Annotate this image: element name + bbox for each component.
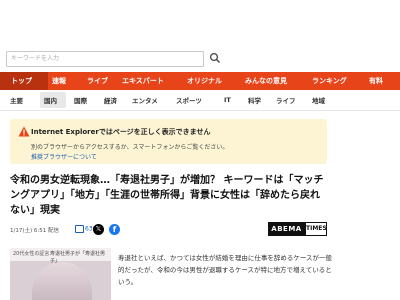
nav-top[interactable]: トップ xyxy=(0,72,48,90)
tab-life[interactable]: ライフ xyxy=(276,95,312,105)
site-header: キーワードを入力 xyxy=(0,0,400,72)
tab-economy[interactable]: 経済 xyxy=(104,95,132,105)
nav-breaking[interactable]: 速報 xyxy=(48,72,85,90)
nav-ranking[interactable]: ランキング xyxy=(306,72,365,90)
recommended-browsers-link[interactable]: 推奨ブラウザーについて xyxy=(31,152,97,161)
tab-domestic[interactable]: 国内 xyxy=(40,92,66,108)
category-nav: 主要 国内 国際 経済 エンタメ スポーツ IT 科学 ライフ 地域 xyxy=(0,90,400,111)
tab-local[interactable]: 地域 xyxy=(312,95,342,105)
thumbnail-caption-1: 20代女性の証言 xyxy=(13,251,50,257)
tab-sports[interactable]: スポーツ xyxy=(176,95,224,105)
search-icon[interactable] xyxy=(209,51,221,65)
article-body: 寿退社といえば、かつては女性が結婚を理由に仕事を辞めるケースが一般的だったが、令… xyxy=(118,254,333,286)
tab-international[interactable]: 国際 xyxy=(74,95,104,105)
tab-main[interactable]: 主要 xyxy=(10,95,40,105)
search-input[interactable]: キーワードを入力 xyxy=(6,51,204,67)
publish-date: 1/17(土) 6:51 配信 xyxy=(10,228,59,234)
article-headline: 令和の男女逆転現象…「寿退社男子」が増加？ キーワードは「マッチングアプリ」「地… xyxy=(10,175,324,216)
logo-abema: ABEMA xyxy=(268,222,305,236)
warning-text: 別のブラウザーからアクセスするか、スマートフォンからご覧ください。 xyxy=(31,144,229,151)
browser-warning: Internet Explorerではページを正しく表示できません 別のブラウザ… xyxy=(10,119,327,164)
warning-title: Internet Explorerではページを正しく表示できません xyxy=(31,128,211,136)
search-placeholder: キーワードを入力 xyxy=(11,55,60,62)
nav-expert[interactable]: エキスパート xyxy=(122,72,185,90)
thumbnail-person-image xyxy=(32,262,92,300)
tab-entertainment[interactable]: エンタメ xyxy=(132,95,176,105)
nav-paid[interactable]: 有料 xyxy=(365,72,394,90)
tab-science[interactable]: 科学 xyxy=(248,95,276,105)
x-share-icon[interactable]: 𝕏 xyxy=(93,224,104,235)
facebook-share-icon[interactable]: f xyxy=(109,224,120,235)
logo-times: TIMES xyxy=(305,222,327,236)
warning-icon xyxy=(18,126,30,137)
nav-live[interactable]: ライブ xyxy=(85,72,122,90)
source-logo[interactable]: ABEMA TIMES xyxy=(268,222,327,236)
article-thumbnail[interactable]: 20代女性の証言 寿退社男子が「寿退社男子」 xyxy=(10,248,111,300)
comment-icon xyxy=(75,225,84,233)
tab-it[interactable]: IT xyxy=(224,96,248,104)
nav-original[interactable]: オリジナル xyxy=(185,72,245,90)
main-nav: トップ 速報 ライブ エキスパート オリジナル みんなの意見 ランキング 有料 xyxy=(0,72,400,90)
nav-opinions[interactable]: みんなの意見 xyxy=(245,72,306,90)
